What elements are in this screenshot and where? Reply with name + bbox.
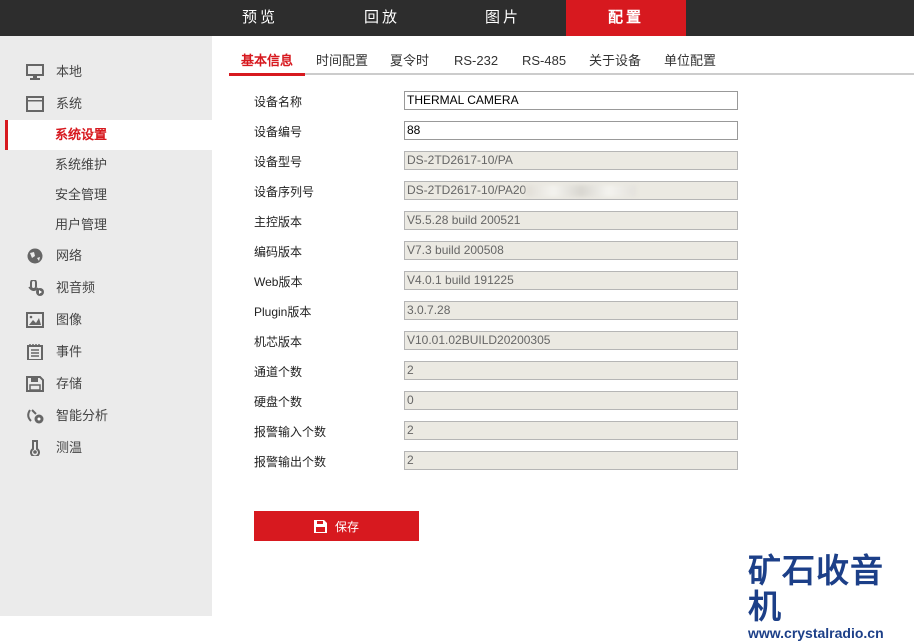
sidebar-item-label: 智能分析 [56, 408, 109, 423]
image-icon [26, 312, 44, 328]
tab-rs485[interactable]: RS-485 [522, 46, 566, 75]
sidebar-item-label: 存储 [56, 376, 83, 391]
sidebar-item-label: 事件 [56, 344, 83, 359]
channels-field: 2 [404, 361, 738, 380]
field-core: 机芯版本 V10.01.02BUILD20200305 [254, 331, 744, 351]
sidebar-item-local[interactable]: 本地 [0, 57, 212, 87]
device-number-input[interactable]: 88 [404, 121, 738, 140]
tab-time-settings[interactable]: 时间配置 [316, 46, 368, 75]
notepad-icon [27, 344, 43, 360]
tab-basic-info[interactable]: 基本信息 [229, 46, 306, 76]
sidebar-sub-label: 安全管理 [55, 187, 108, 202]
hdd-field: 0 [404, 391, 738, 410]
field-label: 主控版本 [254, 215, 303, 229]
sidebar-sub-users[interactable]: 用户管理 [0, 210, 212, 240]
serial-redaction [526, 184, 637, 197]
field-serial: 设备序列号 DS-2TD2617-10/PA20 [254, 181, 744, 201]
nav-picture[interactable]: 图片 [443, 0, 563, 36]
encoding-field: V7.3 build 200508 [404, 241, 738, 260]
tab-bar: 基本信息 时间配置 夏令时 RS-232 RS-485 关于设备 单位配置 [229, 46, 914, 76]
sidebar-item-label: 图像 [56, 312, 83, 327]
field-alarm-in: 报警输入个数 2 [254, 421, 744, 441]
field-firmware: 主控版本 V5.5.28 build 200521 [254, 211, 744, 231]
field-label: 设备序列号 [254, 185, 315, 199]
floppy-icon [26, 376, 44, 392]
field-encoding: 编码版本 V7.3 build 200508 [254, 241, 744, 261]
web-version-field: V4.0.1 build 191225 [404, 271, 738, 290]
nav-configuration[interactable]: 配置 [566, 0, 686, 36]
sidebar-item-storage[interactable]: 存储 [0, 369, 212, 399]
sidebar-sub-security[interactable]: 安全管理 [0, 180, 212, 210]
field-label: 报警输出个数 [254, 455, 327, 469]
tab-unit-config[interactable]: 单位配置 [664, 46, 716, 75]
sidebar-item-image[interactable]: 图像 [0, 305, 212, 335]
sidebar-item-thermometry[interactable]: 测温 [0, 433, 212, 463]
sidebar-item-label: 视音频 [56, 280, 96, 295]
field-label: Plugin版本 [254, 305, 312, 319]
sidebar-item-label: 网络 [56, 248, 83, 263]
field-channels: 通道个数 2 [254, 361, 744, 381]
field-label: 机芯版本 [254, 335, 303, 349]
sidebar-item-system[interactable]: 系统 [0, 89, 212, 119]
field-alarm-out: 报警输出个数 2 [254, 451, 744, 471]
field-label: 编码版本 [254, 245, 303, 259]
serial-value: DS-2TD2617-10/PA20 [407, 183, 527, 197]
sidebar-sub-label: 系统设置 [55, 127, 108, 142]
monitor-icon [26, 64, 44, 80]
watermark-url: www.crystalradio.cn [748, 625, 884, 641]
top-bar: 预览 回放 图片 配置 [0, 0, 914, 36]
field-label: 设备名称 [254, 95, 303, 109]
sidebar-item-smart-analysis[interactable]: 智能分析 [0, 401, 212, 431]
field-web: Web版本 V4.0.1 build 191225 [254, 271, 744, 291]
field-device-name: 设备名称 THERMAL CAMERA [254, 91, 744, 111]
sidebar-item-label: 系统 [56, 96, 83, 111]
field-label: 报警输入个数 [254, 425, 327, 439]
field-label: 设备型号 [254, 155, 303, 169]
sidebar-sub-label: 用户管理 [55, 217, 108, 232]
sidebar-sub-system-settings[interactable]: 系统设置 [5, 120, 212, 150]
sidebar-item-audio-video[interactable]: 视音频 [0, 273, 212, 303]
field-device-number: 设备编号 88 [254, 121, 744, 141]
tab-rs232[interactable]: RS-232 [454, 46, 498, 75]
nav-playback[interactable]: 回放 [322, 0, 442, 36]
field-hdd: 硬盘个数 0 [254, 391, 744, 411]
core-version-field: V10.01.02BUILD20200305 [404, 331, 738, 350]
field-plugin: Plugin版本 3.0.7.28 [254, 301, 744, 321]
watermark-text: 矿石收音机 [748, 552, 884, 625]
microphone-icon [28, 280, 44, 296]
save-icon [313, 519, 327, 533]
sidebar-sub-label: 系统维护 [55, 157, 108, 172]
field-label: 设备编号 [254, 125, 303, 139]
sidebar-item-event[interactable]: 事件 [0, 337, 212, 367]
window-icon [26, 96, 44, 112]
firmware-field: V5.5.28 build 200521 [404, 211, 738, 230]
analytics-icon [27, 409, 44, 424]
serial-field: DS-2TD2617-10/PA20 [404, 181, 738, 200]
device-name-input[interactable]: THERMAL CAMERA [404, 91, 738, 110]
tab-about[interactable]: 关于设备 [589, 46, 641, 75]
sidebar-item-label: 测温 [56, 440, 83, 455]
watermark-logo: 矿石收音机 www.crystalradio.cn [748, 553, 914, 641]
tab-dst[interactable]: 夏令时 [390, 46, 429, 75]
plugin-version-field: 3.0.7.28 [404, 301, 738, 320]
alarm-out-field: 2 [404, 451, 738, 470]
nav-preview[interactable]: 预览 [200, 0, 320, 36]
globe-icon [27, 248, 43, 264]
sidebar-sub-maintenance[interactable]: 系统维护 [0, 150, 212, 180]
sidebar-item-label: 本地 [56, 64, 83, 79]
sidebar: 本地 系统 系统设置 系统维护 安全管理 用户管理 网络 视音频 图像 事件 存… [0, 36, 212, 616]
field-label: 硬盘个数 [254, 395, 303, 409]
model-field: DS-2TD2617-10/PA [404, 151, 738, 170]
alarm-in-field: 2 [404, 421, 738, 440]
field-label: 通道个数 [254, 365, 303, 379]
save-button[interactable]: 保存 [254, 511, 419, 541]
field-model: 设备型号 DS-2TD2617-10/PA [254, 151, 744, 171]
save-label: 保存 [334, 519, 359, 534]
field-label: Web版本 [254, 275, 303, 289]
thermometer-icon [30, 440, 40, 456]
sidebar-item-network[interactable]: 网络 [0, 241, 212, 271]
